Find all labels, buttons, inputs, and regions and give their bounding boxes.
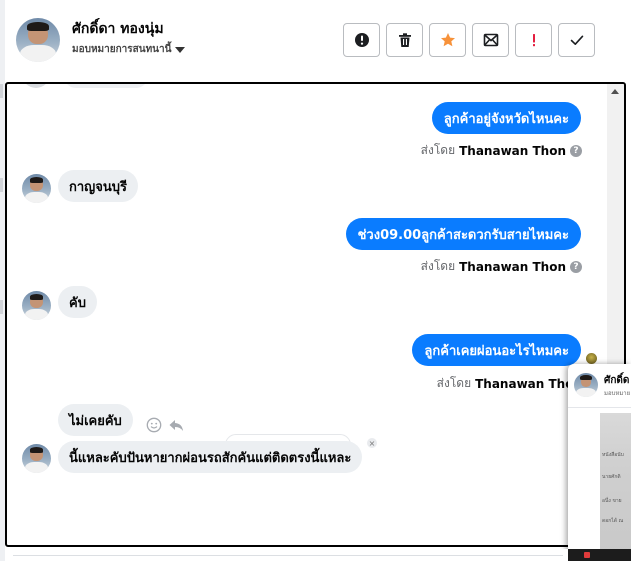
trash-icon <box>398 33 411 47</box>
message-hover-actions <box>146 417 184 433</box>
mark-unread-button[interactable] <box>472 23 509 57</box>
sent-by-agent[interactable]: Thanawan Thon <box>475 377 582 391</box>
mark-important-button[interactable] <box>515 23 552 57</box>
star-button[interactable] <box>429 23 466 57</box>
incoming-message[interactable]: นี้แหละคับปันหายากผ่อนรถสักคันแต่ติดตรงน… <box>58 441 363 473</box>
divider <box>568 407 631 408</box>
outgoing-message[interactable]: ลูกค้าอยู่จังหวัดไหนคะ <box>431 102 581 134</box>
exclamation-icon <box>532 34 535 47</box>
preview-taskbar <box>568 549 631 561</box>
conversation-actions-toolbar <box>343 23 595 57</box>
close-icon[interactable]: × <box>367 438 377 448</box>
app-icon[interactable] <box>584 552 590 558</box>
incoming-message[interactable]: กาญจนบุรี <box>58 170 138 202</box>
edge-marker <box>0 178 3 192</box>
preview-contact-name: ศักดิ์ด <box>604 375 630 386</box>
outgoing-message[interactable]: ลูกค้าเคยผ่อนอะไรไหมคะ <box>412 334 581 366</box>
sent-by-agent[interactable]: Thanawan Thon <box>459 260 566 274</box>
sent-by-prefix: ส่งโดย <box>420 143 456 157</box>
sent-by-prefix: ส่งโดย <box>420 259 456 273</box>
caret-down-icon <box>175 46 186 53</box>
edge-marker <box>0 300 3 314</box>
sent-by-prefix: ส่งโดย <box>436 376 472 390</box>
doc-line: อนึ่ง ขาย <box>602 498 622 504</box>
star-icon <box>440 33 455 47</box>
contact-name[interactable]: ศักดิ์ดา ทองนุ่ม <box>72 18 164 40</box>
outgoing-message[interactable]: ช่วง09.00ลูกค้าสะดวกรับสายไหมคะ <box>345 218 581 250</box>
avatar <box>22 84 50 88</box>
contact-avatar[interactable] <box>22 291 51 320</box>
conversation-header: ศักดิ์ดา ทองนุ่ม มอบหมายการสนทนานี้ <box>5 0 631 80</box>
sent-by-line: ส่งโดย Thanawan Thon ? <box>421 141 582 160</box>
message-bubble-partial <box>64 84 148 88</box>
assign-label: มอบหมายการสนทนานี้ <box>72 44 172 55</box>
sent-by-agent[interactable]: Thanawan Thon <box>459 144 566 158</box>
contact-avatar[interactable] <box>22 174 51 203</box>
delete-button[interactable] <box>386 23 423 57</box>
doc-line: ดอกได้ ณ <box>602 518 624 524</box>
info-icon[interactable]: ? <box>570 260 582 273</box>
checkmark-icon <box>570 35 583 45</box>
preview-subtitle: มอบหมาย <box>604 390 631 397</box>
assign-conversation-dropdown[interactable]: มอบหมายการสนทนานี้ <box>72 42 186 57</box>
doc-line: หนังสือนับ <box>602 452 624 458</box>
contact-avatar[interactable] <box>16 18 60 62</box>
message-thread[interactable]: ลูกค้าอยู่จังหวัดไหนคะ ส่งโดย Thanawan T… <box>5 82 626 547</box>
mark-unread-mail-icon <box>483 33 498 47</box>
mark-done-button[interactable] <box>558 23 595 57</box>
divider <box>13 555 563 556</box>
sent-by-line: ส่งโดย Thanawan Thon <box>437 374 582 393</box>
doc-line: นายศักดิ <box>602 474 621 480</box>
smiley-react-icon[interactable] <box>146 417 162 433</box>
scroll-up-arrow-icon[interactable] <box>611 89 619 94</box>
mark-spam-button[interactable] <box>343 23 380 57</box>
reply-arrow-icon[interactable] <box>168 417 184 433</box>
incoming-message[interactable]: คับ <box>58 286 97 318</box>
contact-avatar <box>574 373 598 397</box>
alert-circle-icon <box>354 33 369 47</box>
sent-by-line: ส่งโดย Thanawan Thon ? <box>421 257 582 276</box>
incoming-message[interactable]: ไม่เคยคับ <box>58 404 133 436</box>
contact-avatar[interactable] <box>22 444 51 473</box>
edge-marker <box>0 84 3 98</box>
attachment-preview-popup[interactable]: ศักดิ์ด มอบหมาย หนังสือนับ นายศักดิ อนึ่… <box>568 364 631 561</box>
composer-edge <box>5 549 568 561</box>
document-image-preview[interactable]: หนังสือนับ นายศักดิ อนึ่ง ขาย ดอกได้ ณ <box>600 413 631 553</box>
info-icon[interactable]: ? <box>570 144 582 157</box>
